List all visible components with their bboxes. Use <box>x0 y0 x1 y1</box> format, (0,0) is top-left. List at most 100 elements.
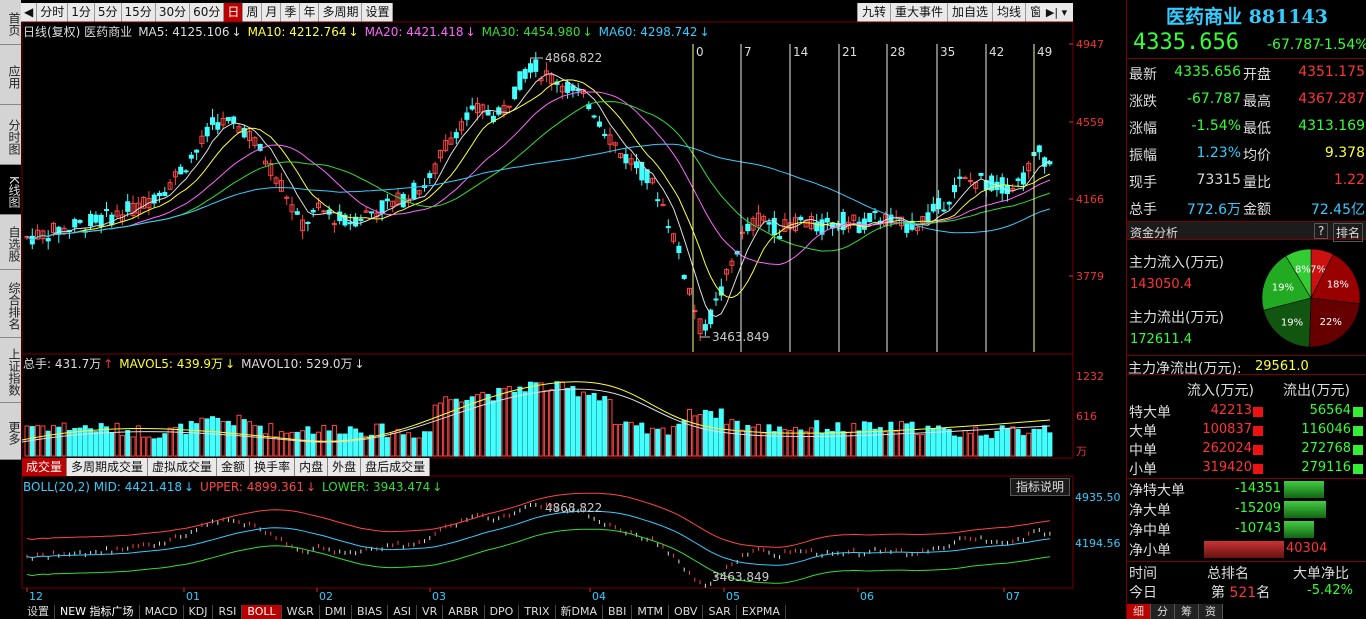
sub-tab-5[interactable]: 内盘 <box>295 458 329 476</box>
indicator-help-button[interactable]: 指标说明 <box>1010 478 1071 496</box>
volume-bar <box>119 434 125 457</box>
net-value: -14351 <box>1234 481 1281 496</box>
indicator-tab-16[interactable]: MTM <box>632 605 670 619</box>
sub-tab-7[interactable]: 盘后成交量 <box>361 458 431 476</box>
candle-body <box>1015 178 1021 182</box>
indicator-tab-8[interactable]: BIAS <box>352 605 389 619</box>
volume-bar <box>151 438 157 457</box>
sub-tab-4[interactable]: 换手率 <box>250 458 296 476</box>
volume-bar <box>162 433 168 457</box>
volume-bar <box>952 435 957 457</box>
candle-body <box>379 200 385 214</box>
quote-label: 金额 <box>1243 202 1271 218</box>
flow-in-value: 319420 <box>1202 460 1252 475</box>
volume-bar <box>623 421 629 457</box>
indicator-tab-4[interactable]: RSI <box>213 605 243 619</box>
indicator-tab-7[interactable]: DMI <box>320 605 352 619</box>
help-button[interactable]: ? <box>1314 223 1329 239</box>
x-axis-label: 02 <box>319 590 333 603</box>
volume-bar <box>194 423 200 457</box>
indicator-tab-6[interactable]: W&R <box>282 605 320 619</box>
candle-body <box>745 223 751 232</box>
candle-body <box>602 133 608 137</box>
sub-tab-6[interactable]: 外盘 <box>328 458 362 476</box>
candle-body <box>45 238 51 242</box>
chart-canvas[interactable]: 4947 4559 4166 3779 1232 616 万 4935.50 4194.56 12… <box>0 0 1126 619</box>
indicator-tab-12[interactable]: DPO <box>485 605 520 619</box>
indicator-tab-10[interactable]: VR <box>417 605 444 619</box>
volume-bar <box>543 390 549 457</box>
candle-body <box>72 219 78 228</box>
candle-body <box>596 121 602 127</box>
sub-tab-3[interactable]: 金额 <box>217 458 251 476</box>
net-bar <box>1284 481 1324 498</box>
volume-bar <box>448 399 454 457</box>
volume-bar <box>210 416 215 457</box>
indicator-tab-9[interactable]: ASI <box>388 605 418 619</box>
indicator-tab-2[interactable]: MACD <box>140 605 184 619</box>
right-tab-2[interactable]: 筹 <box>1175 604 1199 619</box>
candle-body <box>347 222 353 225</box>
sub-tab-2[interactable]: 虚拟成交量 <box>148 458 218 476</box>
candle-body <box>496 107 502 115</box>
quote-value: 1.23% <box>1196 145 1241 161</box>
right-tab-3[interactable]: 资 <box>1199 604 1223 619</box>
volume-bar <box>506 385 512 457</box>
kline-frame <box>21 21 1074 355</box>
net-label: 净大单 <box>1129 503 1171 519</box>
flow-in-value: 262024 <box>1202 441 1252 456</box>
right-tab-1[interactable]: 分 <box>1151 604 1175 619</box>
net-label: 净特大单 <box>1129 483 1185 499</box>
volume-bar <box>999 425 1005 457</box>
indicator-tab-3[interactable]: KDJ <box>184 605 214 619</box>
volume-bar <box>899 421 904 457</box>
quote-value: 4351.175 <box>1298 64 1365 80</box>
volume-bar <box>178 423 184 457</box>
indicator-tab-1[interactable]: NEW 指标广场 <box>55 605 140 619</box>
indicator-tab-5[interactable]: BOLL <box>242 605 282 619</box>
volume-bar <box>957 436 963 457</box>
volume-bar <box>856 430 862 457</box>
flow-in-bar <box>1253 464 1263 474</box>
indicator-tab-14[interactable]: 新DMA <box>556 605 603 619</box>
rank-button[interactable]: 排名 <box>1333 223 1364 242</box>
volume-bar <box>687 409 692 457</box>
volume-bar <box>909 421 915 457</box>
volume-bar <box>188 421 194 457</box>
candle-body <box>358 218 364 221</box>
volume-bar <box>469 396 475 457</box>
candle-body <box>623 154 629 164</box>
volume-bar <box>671 425 677 457</box>
volume-bar <box>1010 426 1016 457</box>
sub-tab-0[interactable]: 成交量 <box>22 458 68 476</box>
indicator-tab-11[interactable]: ARBR <box>443 605 485 619</box>
quote-value: 9.378 <box>1324 145 1365 161</box>
indicator-tab-18[interactable]: SAR <box>703 605 737 619</box>
volume-bar <box>316 431 321 457</box>
kline-y-label: 4559 <box>1076 116 1104 129</box>
volume-bar <box>877 427 883 457</box>
flow-out-bar <box>1353 426 1363 436</box>
volume-bar <box>941 427 947 457</box>
candle-body <box>427 173 433 179</box>
volume-bar <box>962 429 968 457</box>
volume-bar <box>183 434 189 457</box>
candle-body <box>512 86 518 100</box>
volume-bar <box>257 425 263 457</box>
volume-bar <box>867 422 873 457</box>
pie-label: 8% <box>1295 265 1311 276</box>
volume-bar <box>411 437 417 457</box>
indicator-tab-15[interactable]: BBI <box>603 605 633 619</box>
indicator-tab-13[interactable]: TRIX <box>519 605 556 619</box>
boll-high-label: 4868.822 <box>545 501 602 515</box>
quote-label: 均价 <box>1243 148 1271 164</box>
volume-bar <box>729 419 735 457</box>
indicator-tab-19[interactable]: EXPMA <box>737 605 786 619</box>
right-tab-0[interactable]: 细 <box>1127 604 1151 619</box>
volume-bar <box>310 433 316 457</box>
indicator-tab-0[interactable]: 设置 <box>22 605 55 619</box>
volume-bar <box>554 381 560 457</box>
flow-label: 特大单 <box>1129 405 1171 421</box>
sub-tab-1[interactable]: 多周期成交量 <box>67 458 149 476</box>
indicator-tab-17[interactable]: OBV <box>669 605 704 619</box>
